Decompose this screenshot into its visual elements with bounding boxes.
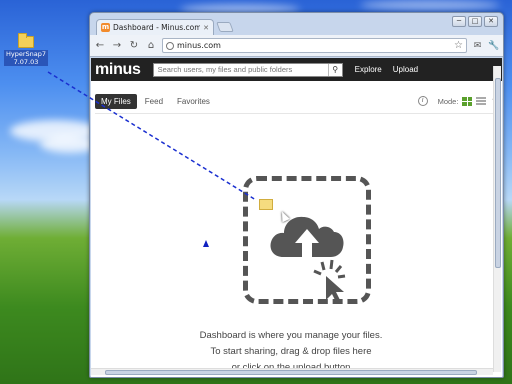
maximize-button[interactable]: □: [468, 16, 482, 27]
gmail-icon[interactable]: ✉: [472, 40, 483, 51]
mode-label: Mode:: [437, 96, 459, 106]
desktop-icon-hypersnap[interactable]: HyperSnap7 7.07.03: [3, 33, 49, 66]
upload-link[interactable]: Upload: [393, 65, 418, 74]
search-icon[interactable]: ⚲: [327, 63, 342, 76]
tab-feed[interactable]: Feed: [139, 94, 169, 109]
horizontal-scroll-thumb[interactable]: [105, 370, 477, 375]
folder-icon: [18, 33, 34, 48]
blue-marker-icon: [203, 240, 209, 247]
reload-icon[interactable]: ↻: [128, 40, 140, 51]
web-page: minus Search users, my files and public …: [91, 58, 502, 377]
tab-favorites[interactable]: Favorites: [171, 94, 216, 109]
globe-icon: [166, 41, 174, 50]
tab-title: Dashboard - Minus.com: [113, 23, 201, 32]
vertical-scrollbar[interactable]: [493, 66, 501, 372]
close-button[interactable]: ✕: [484, 16, 498, 27]
search-input[interactable]: Search users, my files and public folder…: [154, 65, 328, 74]
address-bar[interactable]: minus.com ☆: [162, 38, 467, 53]
view-mode-controls: i Mode: ⬆: [417, 96, 498, 107]
forward-arrow-icon[interactable]: →: [111, 40, 123, 51]
divider: [95, 113, 495, 114]
address-url[interactable]: minus.com: [177, 41, 451, 50]
vertical-scroll-thumb[interactable]: [495, 78, 501, 268]
window-controls: ─ □ ✕: [452, 16, 498, 27]
sky-cloud: [360, 0, 500, 10]
title-bar[interactable]: m Dashboard - Minus.com ✕ ─ □ ✕: [90, 13, 503, 35]
wrench-icon[interactable]: 🔧: [488, 40, 499, 51]
help-line-1: Dashboard is where you manage your files…: [199, 330, 383, 341]
list-view-icon[interactable]: [476, 97, 487, 105]
help-line-2: To start sharing, drag & drop files here: [210, 346, 372, 357]
dragged-folder-icon: [259, 199, 273, 210]
tab-my-files[interactable]: My Files: [95, 93, 137, 109]
desktop-icon-label: HyperSnap7: [5, 50, 47, 58]
home-icon[interactable]: ⌂: [145, 40, 157, 51]
minus-logo[interactable]: minus: [95, 61, 141, 79]
explore-link[interactable]: Explore: [355, 65, 382, 74]
info-icon[interactable]: i: [417, 96, 428, 106]
browser-window: m Dashboard - Minus.com ✕ ─ □ ✕ ← → ↻ ⌂ …: [89, 12, 504, 378]
browser-tab[interactable]: m Dashboard - Minus.com ✕: [96, 19, 214, 35]
sub-navigation: My Files Feed Favorites i Mode: ⬆: [91, 91, 502, 111]
desktop-icon-label-version: 7.07.03: [13, 58, 39, 66]
site-search: Search users, my files and public folder…: [152, 62, 343, 77]
new-tab-button[interactable]: [216, 22, 234, 32]
browser-toolbar: ← → ↻ ⌂ minus.com ☆ ✉ 🔧: [90, 35, 503, 57]
bookmark-star-icon[interactable]: ☆: [454, 40, 463, 51]
site-header: minus Search users, my files and public …: [91, 58, 502, 81]
click-cursor-icon: [313, 259, 346, 304]
horizontal-scrollbar[interactable]: [91, 368, 493, 375]
minus-favicon-icon: m: [101, 23, 110, 32]
grid-view-icon[interactable]: [462, 96, 473, 106]
tab-close-icon[interactable]: ✕: [203, 24, 209, 32]
back-arrow-icon[interactable]: ←: [94, 40, 106, 51]
minimize-button[interactable]: ─: [452, 16, 466, 27]
